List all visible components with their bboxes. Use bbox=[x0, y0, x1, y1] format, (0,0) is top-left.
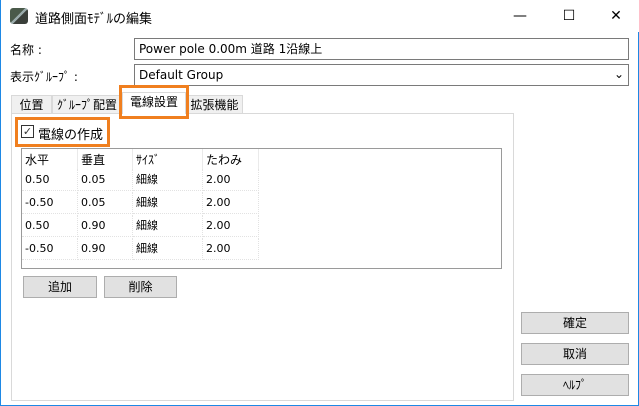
ok-button[interactable]: 確定 bbox=[521, 312, 629, 334]
table-row[interactable]: 0.50 0.05 細線 2.00 bbox=[22, 169, 259, 191]
delete-button[interactable]: 削除 bbox=[104, 276, 177, 298]
close-button[interactable]: ✕ bbox=[593, 0, 639, 32]
chevron-down-icon: ⌄ bbox=[613, 67, 624, 81]
add-button[interactable]: 追加 bbox=[23, 276, 97, 298]
cell-vertical: 0.05 bbox=[78, 169, 133, 191]
minimize-button[interactable]: — bbox=[497, 0, 543, 32]
header-sag[interactable]: たわみ bbox=[203, 149, 259, 171]
window-title: 道路側面ﾓﾃﾞﾙの編集 bbox=[35, 12, 153, 27]
help-button[interactable]: ﾍﾙﾌﾟ bbox=[521, 374, 629, 396]
cell-vertical: 0.90 bbox=[78, 215, 133, 237]
name-input[interactable]: Power pole 0.00m 道路 1沿線上 bbox=[134, 38, 629, 60]
highlight-checkbox bbox=[15, 117, 110, 147]
group-label: 表示ｸﾞﾙｰﾌﾟ : bbox=[10, 70, 78, 84]
group-select[interactable]: Default Group ⌄ bbox=[134, 64, 629, 86]
tab-group-placement[interactable]: ｸﾞﾙｰﾌﾟ配置 bbox=[52, 95, 122, 114]
table-row[interactable]: -0.50 0.05 細線 2.00 bbox=[22, 192, 259, 214]
dialog-window: 道路側面ﾓﾃﾞﾙの編集 — ☐ ✕ 名称 : Power pole 0.00m … bbox=[0, 0, 639, 406]
cell-sag: 2.00 bbox=[203, 215, 259, 237]
cancel-button[interactable]: 取消 bbox=[521, 343, 629, 365]
cell-vertical: 0.90 bbox=[78, 238, 133, 260]
cell-horizontal: 0.50 bbox=[22, 215, 78, 237]
title-bar: 道路側面ﾓﾃﾞﾙの編集 — ☐ ✕ bbox=[1, 0, 639, 32]
cell-sag: 2.00 bbox=[203, 192, 259, 214]
tab-extensions[interactable]: 拡張機能 bbox=[186, 95, 243, 114]
table-header: 水平 垂直 ｻｲｽﾞ たわみ bbox=[22, 149, 259, 171]
highlight-tab bbox=[119, 85, 189, 119]
cell-sag: 2.00 bbox=[203, 238, 259, 260]
header-horizontal[interactable]: 水平 bbox=[22, 149, 78, 171]
group-select-value: Default Group bbox=[139, 68, 224, 82]
table-row[interactable]: 0.50 0.90 細線 2.00 bbox=[22, 215, 259, 237]
cell-horizontal: -0.50 bbox=[22, 192, 78, 214]
cell-vertical: 0.05 bbox=[78, 192, 133, 214]
cell-horizontal: -0.50 bbox=[22, 238, 78, 260]
header-size[interactable]: ｻｲｽﾞ bbox=[133, 149, 203, 171]
name-label: 名称 : bbox=[10, 43, 42, 57]
cell-size: 細線 bbox=[133, 169, 203, 191]
header-vertical[interactable]: 垂直 bbox=[78, 149, 133, 171]
cell-size: 細線 bbox=[133, 215, 203, 237]
app-icon bbox=[10, 8, 28, 24]
wire-list[interactable]: 水平 垂直 ｻｲｽﾞ たわみ 0.50 0.05 細線 2.00 -0.50 0… bbox=[21, 148, 502, 269]
cell-size: 細線 bbox=[133, 192, 203, 214]
cell-horizontal: 0.50 bbox=[22, 169, 78, 191]
table-row[interactable]: -0.50 0.90 細線 2.00 bbox=[22, 238, 259, 260]
cell-size: 細線 bbox=[133, 238, 203, 260]
cell-sag: 2.00 bbox=[203, 169, 259, 191]
tab-position[interactable]: 位置 bbox=[11, 95, 52, 114]
maximize-button[interactable]: ☐ bbox=[546, 0, 592, 32]
